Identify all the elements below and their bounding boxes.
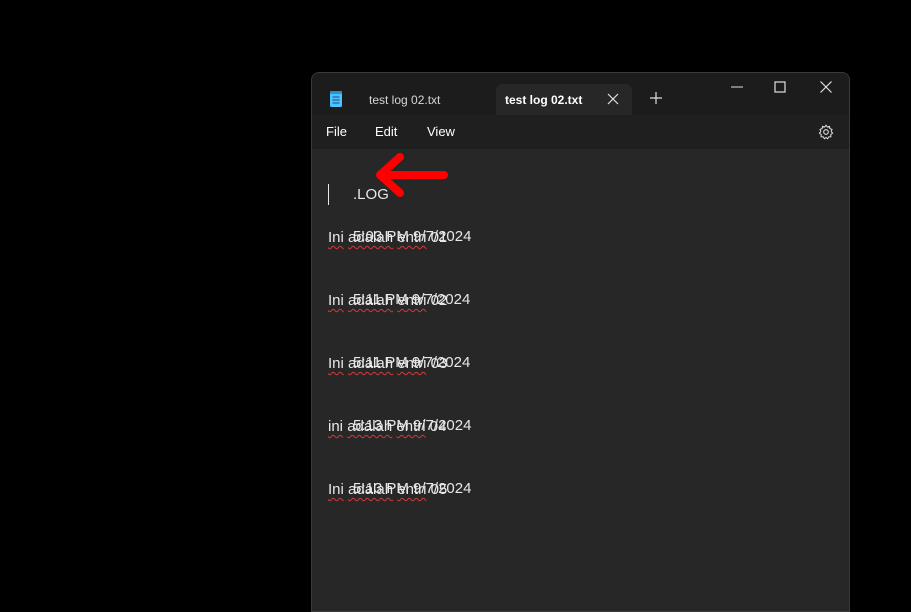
notepad-icon	[330, 91, 342, 107]
menu-file[interactable]: File	[326, 115, 347, 149]
line-timestamp: 5:11 PM 9/7/2024	[353, 291, 471, 308]
tab-title: test log 02.txt	[369, 92, 441, 107]
line-entry: Ini adalah entri 05	[328, 481, 448, 498]
close-icon[interactable]	[606, 92, 620, 106]
tab-title: test log 02.txt	[505, 92, 583, 107]
menu-bar: File Edit View	[312, 115, 849, 149]
title-bar[interactable]: test log 02.txt test log 02.txt	[312, 73, 849, 115]
line-timestamp: 5:13 PM 9/7/2024	[353, 417, 472, 434]
line-timestamp: 5:13 PM 9/7/2024	[353, 480, 472, 497]
arrow-left-icon	[376, 153, 448, 197]
text-editor[interactable]: .LOG 5:03 PM 9/7/2024 Ini adalah entri 0…	[312, 149, 849, 611]
line-entry: Ini adalah entri 03	[328, 355, 448, 372]
line-timestamp: 5:03 PM 9/7/2024	[353, 228, 472, 245]
line-entry: Ini adalah entri 01	[328, 229, 448, 246]
gear-icon[interactable]	[818, 124, 834, 140]
menu-view[interactable]: View	[427, 115, 455, 149]
close-icon[interactable]	[819, 80, 833, 94]
line-timestamp: 5:11 PM 9/7/2024	[353, 354, 471, 371]
tab-active[interactable]: test log 02.txt	[496, 84, 632, 115]
line-entry: Ini adalah entri 02	[328, 292, 448, 309]
menu-edit[interactable]: Edit	[375, 115, 397, 149]
text-caret	[328, 184, 329, 205]
line-entry: ini adalah entri 04	[328, 418, 447, 435]
minimize-icon[interactable]	[730, 80, 744, 94]
tab-inactive[interactable]: test log 02.txt	[359, 84, 494, 115]
maximize-icon[interactable]	[773, 80, 787, 94]
plus-icon[interactable]	[649, 91, 663, 105]
